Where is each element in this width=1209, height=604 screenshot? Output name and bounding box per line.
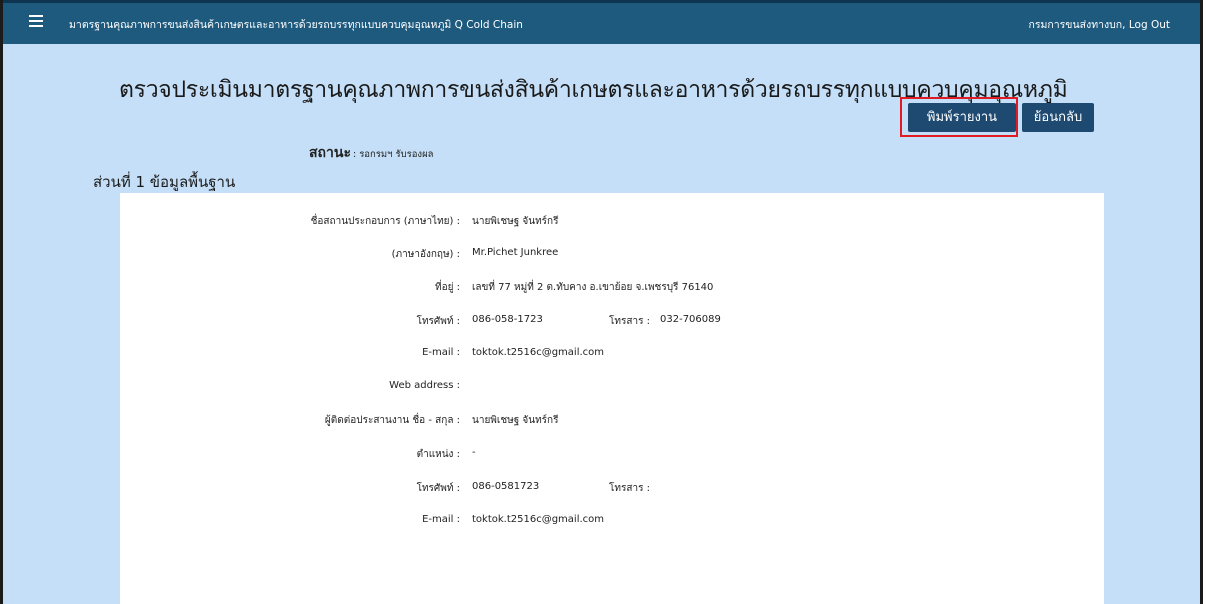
- app-title[interactable]: มาตรฐานคุณภาพการขนส่งสินค้าเกษตรและอาหาร…: [69, 16, 523, 33]
- contact-email-value: toktok.t2516c@gmail.com: [472, 514, 605, 525]
- operator-name-en-value: Mr.Pichet Junkree: [472, 247, 559, 258]
- position-label: ตำแหน่ง :: [416, 449, 460, 460]
- hamburger-menu-icon[interactable]: [29, 13, 43, 27]
- contact-phone-label: โทรศัพท์ :: [416, 483, 460, 494]
- top-navbar: มาตรฐานคุณภาพการขนส่งสินค้าเกษตรและอาหาร…: [3, 0, 1200, 44]
- status-line: สถานะ: รอกรมฯ รับรองผล: [309, 142, 433, 164]
- logout-link[interactable]: Log Out: [1129, 19, 1170, 31]
- operator-name-th-label: ชื่อสถานประกอบการ (ภาษาไทย) :: [310, 216, 460, 227]
- user-links-separator: ,: [1122, 19, 1129, 31]
- user-links: กรมการขนส่งทางบก, Log Out: [1029, 16, 1171, 33]
- contact-email-label: E-mail :: [422, 514, 460, 525]
- app-frame: มาตรฐานคุณภาพการขนส่งสินค้าเกษตรและอาหาร…: [0, 0, 1203, 604]
- position-value: -: [472, 447, 476, 458]
- basic-info-card: ชื่อสถานประกอบการ (ภาษาไทย) : นายพิเชษฐ …: [120, 193, 1104, 604]
- user-name-link[interactable]: กรมการขนส่งทางบก: [1029, 19, 1123, 31]
- operator-name-en-label: (ภาษาอังกฤษ) :: [391, 249, 460, 260]
- operator-name-th-value: นายพิเชษฐ จันทร์กรี: [472, 216, 559, 227]
- status-value: : รอกรมฯ รับรองผล: [352, 149, 434, 160]
- highlight-annotation-box: [900, 97, 1018, 137]
- fax-value: 032-706089: [660, 314, 721, 325]
- phone-label: โทรศัพท์ :: [416, 316, 460, 327]
- address-value: เลขที่ 77 หมู่ที่ 2 ต.ทับคาง อ.เขาย้อย จ…: [472, 282, 714, 293]
- email-label: E-mail :: [422, 347, 460, 358]
- address-label: ที่อยู่ :: [434, 282, 460, 293]
- contact-fax-label: โทรสาร :: [609, 483, 650, 494]
- section-title: ส่วนที่ 1 ข้อมูลพื้นฐาน: [93, 173, 236, 191]
- email-value: toktok.t2516c@gmail.com: [472, 347, 605, 358]
- contact-name-label: ผู้ติดต่อประสานงาน ชื่อ - สกุล :: [324, 415, 460, 426]
- status-label: สถานะ: [309, 145, 351, 161]
- back-button[interactable]: ย้อนกลับ: [1022, 103, 1094, 132]
- web-address-label: Web address :: [389, 380, 460, 391]
- contact-name-value: นายพิเชษฐ จันทร์กรี: [472, 415, 559, 426]
- fax-label: โทรสาร :: [609, 316, 650, 327]
